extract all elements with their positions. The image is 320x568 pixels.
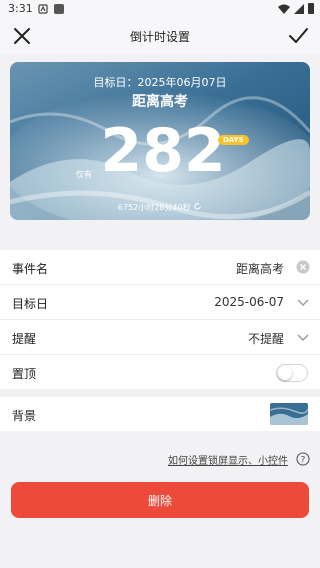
target-date-text: 目标日：2025年06月07日 [93, 76, 227, 89]
background-row[interactable]: 背景 [0, 397, 320, 431]
remaining-label: 仅有 [76, 170, 92, 179]
notification-icon [38, 4, 48, 14]
pin-to-top-row: 置顶 [0, 355, 320, 389]
refresh-icon[interactable] [193, 202, 202, 211]
reminder-row[interactable]: 提醒 不提醒 [0, 320, 320, 355]
signal-icon [294, 3, 304, 14]
settings-form: 事件名 距离高考 目标日 2025-06-07 提醒 不提醒 置顶 [0, 250, 320, 389]
help-section: 如何设置锁屏显示、小控件 ? [168, 450, 310, 468]
event-name-label: 事件名 [12, 262, 49, 276]
svg-text:?: ? [301, 456, 306, 466]
wifi-icon [278, 4, 290, 14]
app-notification-icon [54, 4, 64, 14]
top-bar: 倒计时设置 [0, 18, 320, 54]
hours-countdown-text: 6752小时28分40秒 [10, 202, 310, 213]
days-count: 282 [100, 116, 226, 186]
pin-to-top-toggle[interactable] [276, 364, 308, 382]
days-badge: DAYS [218, 135, 249, 145]
reminder-label: 提醒 [12, 332, 37, 346]
status-time: 3:31 [8, 2, 33, 15]
battery-icon [308, 3, 314, 14]
chevron-down-icon [297, 334, 309, 341]
hours-countdown-value: 6752小时28分40秒 [117, 203, 191, 212]
target-date-row[interactable]: 目标日 2025-06-07 [0, 285, 320, 320]
target-date-label: 目标日 [12, 297, 49, 311]
chevron-down-icon [297, 299, 309, 306]
help-link[interactable]: 如何设置锁屏显示、小控件 [168, 452, 288, 467]
clear-icon[interactable] [296, 260, 310, 274]
delete-button[interactable]: 删除 [11, 482, 309, 518]
toggle-knob [278, 366, 292, 380]
event-name-row[interactable]: 事件名 距离高考 [0, 250, 320, 285]
status-bar: 3:31 [0, 0, 320, 18]
page-title: 倒计时设置 [129, 30, 190, 44]
confirm-check-icon[interactable] [286, 24, 310, 48]
background-thumbnail[interactable] [270, 403, 308, 425]
event-name-value[interactable]: 距离高考 [236, 260, 284, 277]
countdown-card: 目标日：2025年06月07日 距离高考 仅有 282 DAYS 6752小时2… [10, 62, 310, 220]
pin-to-top-label: 置顶 [12, 367, 37, 381]
event-name-text: 距离高考 [132, 94, 188, 110]
target-date-value: 2025-06-07 [214, 295, 284, 309]
reminder-value: 不提醒 [247, 332, 284, 346]
question-icon[interactable]: ? [296, 452, 310, 466]
background-label: 背景 [12, 409, 37, 423]
